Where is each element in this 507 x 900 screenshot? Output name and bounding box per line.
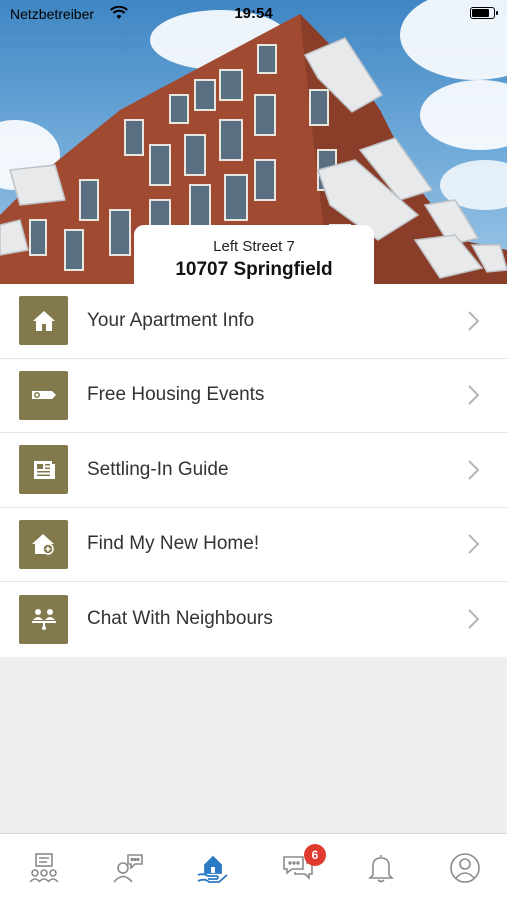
bell-icon <box>368 855 394 883</box>
chevron-right-icon <box>468 460 480 480</box>
clock: 19:54 <box>234 5 273 22</box>
tab-support-chat[interactable] <box>110 850 146 886</box>
tab-community-board[interactable] <box>26 850 62 886</box>
menu-item-settling-in-guide[interactable]: Settling-In Guide <box>0 433 507 508</box>
battery-icon <box>470 7 498 19</box>
tab-profile[interactable] <box>447 850 483 886</box>
menu-item-housing-events[interactable]: Free Housing Events <box>0 359 507 433</box>
main-menu: Your Apartment Info Free Housing Events … <box>0 284 507 657</box>
menu-item-label: Settling-In Guide <box>87 458 229 480</box>
menu-item-find-new-home[interactable]: Find My New Home! <box>0 508 507 582</box>
chevron-right-icon <box>468 311 480 331</box>
status-bar: Netzbetreiber 19:54 <box>0 0 507 28</box>
profile-icon <box>450 853 480 883</box>
menu-item-label: Find My New Home! <box>87 533 260 555</box>
menu-item-label: Chat With Neighbours <box>87 608 273 630</box>
chevron-right-icon <box>468 534 480 554</box>
address-city: 10707 Springfield <box>175 259 333 280</box>
menu-item-label: Free Housing Events <box>87 384 265 406</box>
menu-item-label: Your Apartment Info <box>87 309 255 331</box>
ticket-icon <box>19 370 68 420</box>
menu-item-apartment-info[interactable]: Your Apartment Info <box>0 284 507 359</box>
tab-bar: 6 <box>0 833 507 900</box>
address-street: Left Street 7 <box>213 238 295 255</box>
chevron-right-icon <box>468 609 480 629</box>
tab-messages[interactable]: 6 <box>280 844 326 886</box>
address-card: Left Street 7 10707 Springfield <box>134 225 374 285</box>
tab-notifications[interactable] <box>363 850 399 886</box>
messages-badge: 6 <box>304 844 326 866</box>
chevron-right-icon <box>468 385 480 405</box>
house-icon <box>19 296 68 346</box>
neighbours-icon <box>19 594 68 644</box>
newspaper-icon <box>19 445 68 495</box>
home-hand-icon <box>197 855 228 883</box>
tab-home[interactable] <box>194 850 230 886</box>
menu-item-chat-neighbours[interactable]: Chat With Neighbours <box>0 582 507 657</box>
person-chat-icon <box>113 854 143 883</box>
add-home-icon <box>19 519 68 569</box>
community-board-icon <box>29 853 59 883</box>
